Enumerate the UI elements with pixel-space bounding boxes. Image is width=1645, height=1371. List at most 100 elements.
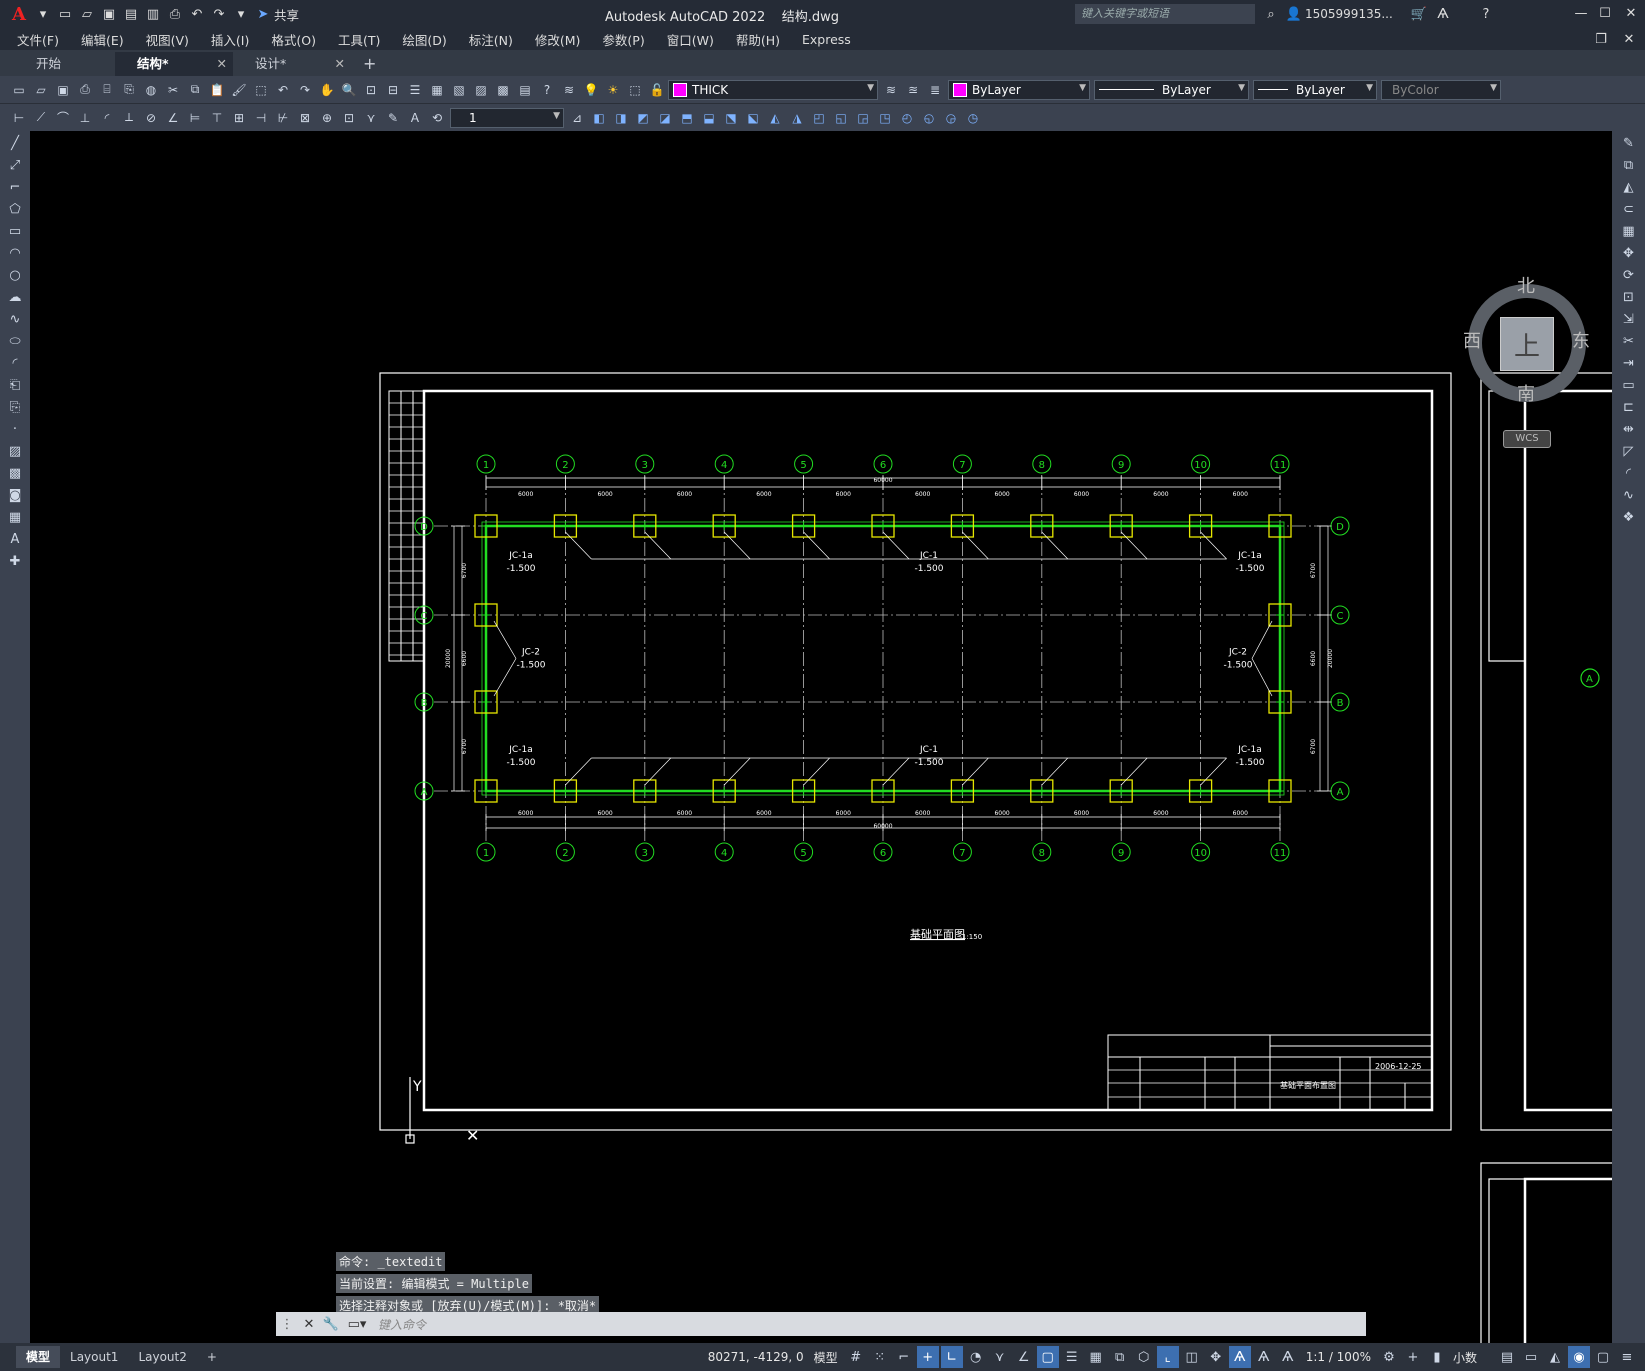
new-tab-button[interactable]: + xyxy=(351,52,388,76)
quick-dim-icon[interactable]: ⊨ xyxy=(185,108,205,128)
snap-icon[interactable]: ⁙ xyxy=(869,1346,891,1368)
wcs-menu[interactable]: WCS xyxy=(1503,430,1551,448)
line-icon[interactable]: ╱ xyxy=(4,133,26,153)
arc-icon[interactable]: ◠ xyxy=(4,243,26,263)
viewcube-face-top[interactable]: 上 xyxy=(1500,317,1554,371)
offset-faces-icon[interactable]: ⬓ xyxy=(699,108,719,128)
extend-icon[interactable]: ⇥ xyxy=(1618,353,1640,373)
user-icon[interactable]: 👤 xyxy=(1284,5,1304,23)
chamfer-icon[interactable]: ◸ xyxy=(1618,441,1640,461)
help-icon[interactable]: ? xyxy=(1476,5,1496,23)
blend-icon[interactable]: ∿ xyxy=(1618,485,1640,505)
command-line[interactable]: ⋮ ✕ 🔧 ▭▾ 键入命令 xyxy=(276,1312,1366,1336)
dim-space-icon[interactable]: ⊣ xyxy=(251,108,271,128)
layer-states-icon[interactable]: ≣ xyxy=(925,80,945,100)
coordinates-readout[interactable]: 80271, -4129, 0 xyxy=(708,1350,804,1364)
dynamic-input-icon[interactable]: + xyxy=(916,1346,939,1368)
tab-start[interactable]: 开始 xyxy=(0,52,115,76)
sun-icon[interactable]: ☀ xyxy=(603,80,623,100)
rectangle-icon[interactable]: ▭ xyxy=(4,221,26,241)
autocad-logo-icon[interactable]: A xyxy=(6,3,32,25)
ellipse-arc-icon[interactable]: ◜ xyxy=(4,353,26,373)
open-icon[interactable]: ▱ xyxy=(31,80,51,100)
pan-icon[interactable]: ✋ xyxy=(317,80,337,100)
tab-structure[interactable]: 结构* ✕ xyxy=(115,52,233,76)
dimscale-select[interactable]: 1 ▼ xyxy=(450,107,564,128)
redo-icon[interactable]: ↷ xyxy=(295,80,315,100)
autodesk-app-icon[interactable]: Ѧ xyxy=(1433,5,1453,23)
sheet-set-icon[interactable]: ▨ xyxy=(471,80,491,100)
color-edges-icon[interactable]: ◲ xyxy=(853,108,873,128)
dim-edit-icon[interactable]: ✎ xyxy=(383,108,403,128)
copy-icon[interactable]: ⧉ xyxy=(185,80,205,100)
workspace-gear-icon[interactable]: ⚙ xyxy=(1378,1346,1400,1368)
menu-draw[interactable]: 绘图(D) xyxy=(391,30,457,49)
cut-icon[interactable]: ✂ xyxy=(163,80,183,100)
customization-icon[interactable]: ≡ xyxy=(1616,1346,1638,1368)
insert-block-icon[interactable]: ⎗ xyxy=(4,375,26,395)
annotation-monitor-icon[interactable]: + xyxy=(1402,1346,1424,1368)
table-icon[interactable]: ▦ xyxy=(4,507,26,527)
lineweight-icon[interactable]: ☰ xyxy=(1061,1346,1083,1368)
offset-icon[interactable]: ⊂ xyxy=(1618,199,1640,219)
graphics-performance-icon[interactable]: ◉ xyxy=(1568,1346,1590,1368)
help-icon[interactable]: ? xyxy=(537,80,557,100)
clean-screen-icon[interactable]: ▢ xyxy=(1592,1346,1614,1368)
tab-model[interactable]: 模型 xyxy=(16,1346,61,1368)
model-space-toggle[interactable]: 模型 xyxy=(814,1349,838,1366)
menu-dimension[interactable]: 标注(N) xyxy=(458,30,524,49)
redo-icon[interactable]: ↷ xyxy=(209,5,229,23)
polyline-icon[interactable]: ⌐ xyxy=(4,177,26,197)
dropdown-chevron-icon[interactable]: ▾ xyxy=(33,5,53,23)
ortho-icon[interactable]: ∟ xyxy=(940,1346,963,1368)
web-icon[interactable]: ◍ xyxy=(141,80,161,100)
rotate-faces-icon[interactable]: ⬕ xyxy=(743,108,763,128)
make-current-layer-icon[interactable]: ≋ xyxy=(881,80,901,100)
dim-break-icon[interactable]: ⊬ xyxy=(273,108,293,128)
annotation-scale-value[interactable]: 1:1 / 100% xyxy=(1306,1350,1371,1364)
clean-icon[interactable]: ◴ xyxy=(897,108,917,128)
jogged-linear-icon[interactable]: ⋎ xyxy=(361,108,381,128)
save-icon[interactable]: ▣ xyxy=(53,80,73,100)
array-icon[interactable]: ▦ xyxy=(1618,221,1640,241)
delete-faces-icon[interactable]: ⬔ xyxy=(721,108,741,128)
tolerance-icon[interactable]: ⊠ xyxy=(295,108,315,128)
viewport-freeze-icon[interactable]: ⬚ xyxy=(625,80,645,100)
dim-jogged-icon[interactable]: ⟂ xyxy=(119,108,139,128)
units-icon[interactable]: ▮ xyxy=(1426,1346,1448,1368)
break-icon[interactable]: ⊏ xyxy=(1618,397,1640,417)
plot-icon[interactable]: ⎙ xyxy=(75,80,95,100)
object-snap-icon[interactable]: ▢ xyxy=(1036,1346,1059,1368)
menu-parametric[interactable]: 参数(P) xyxy=(591,30,655,49)
layer-select[interactable]: THICK ▼ xyxy=(668,79,878,100)
match-properties-icon[interactable]: 🖌 xyxy=(229,80,249,100)
restore-drawing-icon[interactable]: ❐ xyxy=(1591,30,1611,48)
menu-window[interactable]: 窗口(W) xyxy=(656,30,725,49)
lock-icon[interactable]: 🔓 xyxy=(647,80,667,100)
open-sheet-icon[interactable]: ▥ xyxy=(143,5,163,23)
mirror-icon[interactable]: ◭ xyxy=(1618,177,1640,197)
compass-east[interactable]: 东 xyxy=(1572,327,1590,353)
menu-view[interactable]: 视图(V) xyxy=(135,30,200,49)
dim-style-icon[interactable]: ⊿ xyxy=(567,108,587,128)
copy-faces-icon[interactable]: ◮ xyxy=(787,108,807,128)
zoom-previous-icon[interactable]: ⊟ xyxy=(383,80,403,100)
lineweight-select[interactable]: ByLayer ▼ xyxy=(1253,79,1377,100)
dim-angular-icon[interactable]: ∠ xyxy=(163,108,183,128)
shell-icon[interactable]: ◶ xyxy=(941,108,961,128)
menu-insert[interactable]: 插入(I) xyxy=(200,30,260,49)
calculator-icon[interactable]: ▤ xyxy=(515,80,535,100)
quick-properties-icon[interactable]: ▤ xyxy=(1496,1346,1518,1368)
fillet-icon[interactable]: ◜ xyxy=(1618,463,1640,483)
close-icon[interactable]: ✕ xyxy=(1621,4,1641,22)
menu-edit[interactable]: 编辑(E) xyxy=(70,30,135,49)
user-name[interactable]: 1505999135... xyxy=(1305,7,1393,21)
close-tab-icon[interactable]: ✕ xyxy=(335,52,345,76)
circle-icon[interactable]: ○ xyxy=(4,265,26,285)
hatch-icon[interactable]: ▨ xyxy=(4,441,26,461)
copy-edges-icon[interactable]: ◱ xyxy=(831,108,851,128)
inspect-icon[interactable]: ⊡ xyxy=(339,108,359,128)
customize-wrench-icon[interactable]: 🔧 xyxy=(321,1315,341,1333)
share-button[interactable]: 共享 xyxy=(274,5,299,24)
dim-radius-icon[interactable]: ◜ xyxy=(97,108,117,128)
